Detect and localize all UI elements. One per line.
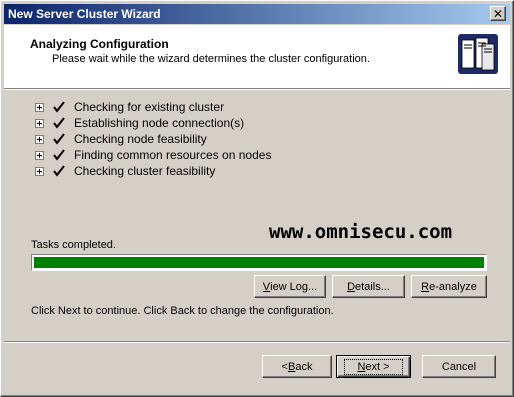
watermark-text: www.omnisecu.com: [269, 221, 453, 243]
view-log-button[interactable]: View Log...: [254, 275, 326, 298]
progress-label: Tasks completed.: [31, 239, 116, 251]
expand-icon[interactable]: [35, 150, 44, 160]
expand-icon[interactable]: [35, 134, 44, 144]
checkmark-icon: [53, 165, 65, 177]
step-item: Finding common resources on nodes: [35, 147, 335, 163]
cancel-button[interactable]: Cancel: [422, 355, 496, 378]
separator: [4, 341, 510, 343]
analysis-steps-tree: Checking for existing cluster Establishi…: [35, 99, 335, 179]
checkmark-icon: [53, 149, 65, 161]
server-cluster-icon: [456, 32, 500, 76]
step-item: Establishing node connection(s): [35, 115, 335, 131]
progress-fill: [34, 257, 484, 268]
expand-icon[interactable]: [35, 102, 44, 112]
wizard-window: New Server Cluster Wizard ✕ Analyzing Co…: [0, 0, 514, 397]
expand-icon[interactable]: [35, 118, 44, 128]
close-button[interactable]: ✕: [490, 6, 506, 21]
checkmark-icon: [53, 101, 65, 113]
page-subtitle: Please wait while the wizard determines …: [52, 53, 370, 65]
close-icon: ✕: [492, 6, 504, 21]
page-title: Analyzing Configuration: [30, 37, 169, 51]
instruction-text: Click Next to continue. Click Back to ch…: [31, 305, 334, 317]
step-label: Finding common resources on nodes: [74, 148, 272, 162]
checkmark-icon: [53, 117, 65, 129]
step-label: Checking cluster feasibility: [74, 164, 216, 178]
step-item: Checking for existing cluster: [35, 99, 335, 115]
wizard-header: Analyzing Configuration Please wait whil…: [4, 25, 510, 90]
details-button[interactable]: Details...: [332, 275, 405, 298]
checkmark-icon: [53, 133, 65, 145]
window-title: New Server Cluster Wizard: [8, 7, 161, 21]
reanalyze-button[interactable]: Re-analyze: [411, 275, 487, 298]
step-label: Checking node feasibility: [74, 132, 207, 146]
focus-rect: Next >: [344, 358, 403, 375]
back-button[interactable]: < Back: [262, 355, 332, 378]
progress-bar: [31, 254, 487, 271]
next-button[interactable]: Next >: [336, 355, 411, 378]
step-label: Checking for existing cluster: [74, 100, 225, 114]
expand-icon[interactable]: [35, 166, 44, 176]
step-label: Establishing node connection(s): [74, 116, 245, 130]
step-item: Checking cluster feasibility: [35, 163, 335, 179]
step-item: Checking node feasibility: [35, 131, 335, 147]
title-bar[interactable]: New Server Cluster Wizard ✕: [4, 4, 510, 24]
